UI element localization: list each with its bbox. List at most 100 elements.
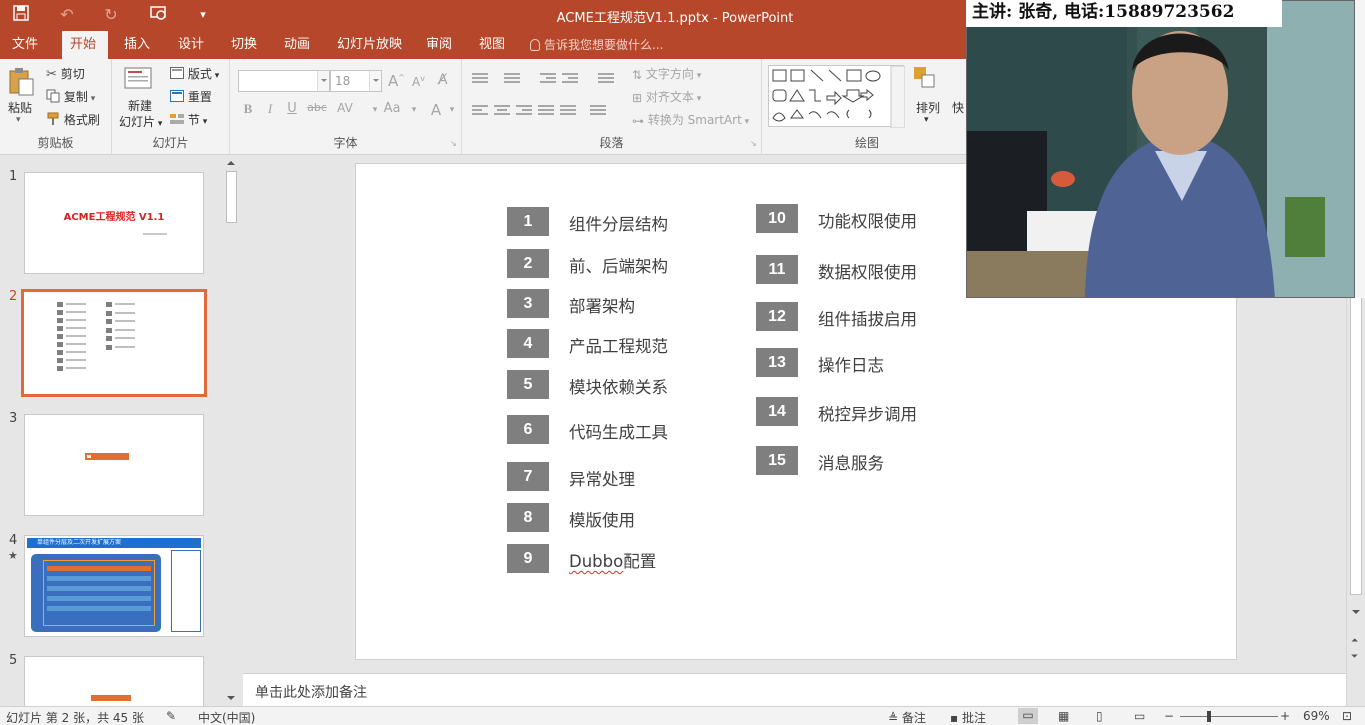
new-slide-button[interactable] [124, 67, 154, 96]
language-status[interactable]: 中文(中国) [198, 709, 255, 725]
slides-panel-scrollbar[interactable] [224, 155, 239, 706]
reset-button[interactable]: 重置 [170, 88, 212, 105]
font-name-dropdown-icon[interactable] [317, 71, 329, 91]
clear-format-icon[interactable]: A̸ [438, 72, 448, 88]
change-case-button[interactable]: Aa [380, 101, 404, 116]
copy-button[interactable]: 复制 ▾ [46, 88, 95, 106]
slide-sorter-icon[interactable]: ▦ [1058, 709, 1069, 723]
char-spacing-button[interactable]: AV [334, 101, 356, 115]
paragraph-group: ⇅ 文字方向 ▾ ⊞ 对齐文本 ▾ ⊶ 转换为 SmartArt ▾ 段落 ↘ [462, 59, 762, 155]
tab-insert[interactable]: 插入 [116, 31, 158, 59]
grow-font-button[interactable]: A^ [388, 72, 405, 90]
tab-review[interactable]: 审阅 [418, 31, 460, 59]
layout-button[interactable]: 版式 ▾ [170, 65, 219, 82]
undo-icon[interactable]: ↶ [56, 5, 78, 25]
text-direction-button[interactable]: ⇅ 文字方向 ▾ [632, 65, 701, 82]
align-right-icon[interactable] [516, 105, 532, 119]
font-size-box[interactable]: 18 [330, 70, 382, 92]
paste-dropdown-icon[interactable]: ▾ [16, 115, 21, 125]
slide-thumbnail-3[interactable] [24, 414, 204, 516]
zoom-slider-knob[interactable] [1207, 711, 1211, 722]
slide-number: 5 [9, 653, 18, 668]
thumb-mini-row [57, 302, 87, 308]
shapes-gallery[interactable] [768, 65, 906, 129]
thumb-mini-row [106, 327, 136, 334]
paste-button[interactable] [7, 67, 37, 100]
format-painter-button[interactable]: 格式刷 [46, 111, 100, 129]
zoom-level[interactable]: 69% [1303, 709, 1330, 723]
increase-indent-icon[interactable] [562, 73, 578, 87]
arrange-dropdown-icon[interactable]: ▾ [924, 115, 929, 125]
tell-me-box[interactable]: 告诉我您想要做什么... [530, 31, 663, 59]
slideshow-icon[interactable]: ▭ [1134, 709, 1145, 723]
align-left-icon[interactable] [472, 105, 488, 119]
previous-slide-icon[interactable]: ⏶ [1351, 636, 1358, 646]
zoom-out-icon[interactable]: − [1164, 709, 1174, 723]
zoom-slider[interactable] [1180, 716, 1278, 717]
tab-transitions[interactable]: 切换 [223, 31, 265, 59]
slide-thumbnail-1[interactable]: ACME工程规范 V1.1 [24, 172, 204, 274]
underline-button[interactable]: U [282, 101, 302, 116]
item-label: 税控异步调用 [818, 405, 917, 424]
distributed-icon[interactable] [560, 105, 576, 119]
slide-number: 1 [9, 169, 18, 184]
thumb-mini-text [66, 367, 86, 369]
section-icon [170, 113, 184, 128]
item-number: 14 [756, 397, 798, 426]
tab-view[interactable]: 视图 [471, 31, 513, 59]
save-icon[interactable] [10, 5, 32, 25]
scroll-up-icon[interactable] [227, 157, 235, 165]
slides-group: 新建 幻灯片 ▾ 版式 ▾ 重置 节 ▾ 幻灯片 [112, 59, 230, 155]
notes-pane[interactable]: 单击此处添加备注 [243, 673, 1346, 706]
justify-icon[interactable] [538, 105, 554, 119]
paragraph-dialog-launcher-icon[interactable]: ↘ [750, 139, 757, 148]
scrollbar-thumb[interactable] [226, 171, 237, 223]
thumb-mini-row [106, 319, 136, 325]
bullets-icon[interactable] [472, 73, 488, 87]
next-slide-icon[interactable]: ⏷ [1351, 652, 1358, 662]
tab-slideshow[interactable]: 幻灯片放映 [329, 31, 410, 59]
fit-slide-icon[interactable]: ⊡ [1342, 709, 1352, 723]
comments-toggle-button[interactable]: ▪ 批注 [950, 709, 986, 725]
item-label: Dubbo配置 [569, 548, 656, 572]
font-name-box[interactable] [238, 70, 330, 92]
slide-thumbnail-4[interactable]: 单组件分层及二次开发扩展方案 [24, 535, 204, 637]
arrange-button[interactable] [912, 65, 940, 94]
scroll-down-icon[interactable] [1352, 610, 1360, 618]
smartart-button[interactable]: ⊶ 转换为 SmartArt ▾ [632, 111, 749, 128]
decrease-indent-icon[interactable] [540, 73, 556, 87]
reading-view-icon[interactable]: ▯ [1096, 709, 1103, 723]
font-dialog-launcher-icon[interactable]: ↘ [450, 139, 457, 148]
align-center-icon[interactable] [494, 105, 510, 119]
scroll-down-icon[interactable] [227, 696, 235, 704]
notes-toggle-button[interactable]: ≜ 备注 [888, 709, 926, 725]
slide-thumbnail-5[interactable] [24, 656, 204, 706]
cut-button[interactable]: ✂ 剪切 [46, 65, 85, 82]
font-color-dropdown-icon[interactable]: ▾ [442, 105, 462, 115]
quick-styles-label[interactable]: 快 [952, 99, 964, 116]
bold-button[interactable]: B [238, 101, 258, 117]
slide-thumbnail-2[interactable] [21, 289, 207, 397]
thumb-mini-number [57, 350, 63, 355]
section-button[interactable]: 节 ▾ [170, 111, 207, 128]
shrink-font-button[interactable]: Av [412, 74, 425, 89]
tab-home[interactable]: 开始 [62, 31, 108, 59]
normal-view-icon[interactable]: ▭ [1018, 708, 1038, 724]
tab-animations[interactable]: 动画 [276, 31, 318, 59]
change-case-dropdown-icon[interactable]: ▾ [404, 105, 424, 115]
numbering-icon[interactable] [504, 73, 520, 87]
start-from-beginning-icon[interactable] [148, 5, 170, 25]
zoom-in-icon[interactable]: + [1280, 709, 1290, 723]
scrollbar-thumb[interactable] [1350, 295, 1362, 595]
redo-icon[interactable]: ↻ [100, 5, 122, 25]
align-text-button[interactable]: ⊞ 对齐文本 ▾ [632, 88, 701, 105]
spelling-icon[interactable]: ✎ [166, 709, 176, 723]
font-size-dropdown-icon[interactable] [369, 71, 381, 91]
columns-icon[interactable] [590, 105, 606, 119]
italic-button[interactable]: I [260, 101, 280, 117]
strikethrough-button[interactable]: abc [306, 101, 328, 114]
tab-file[interactable]: 文件 [4, 31, 46, 59]
line-spacing-icon[interactable] [598, 73, 614, 87]
customize-toolbar-icon[interactable]: ▾ [192, 5, 214, 25]
tab-design[interactable]: 设计 [170, 31, 212, 59]
